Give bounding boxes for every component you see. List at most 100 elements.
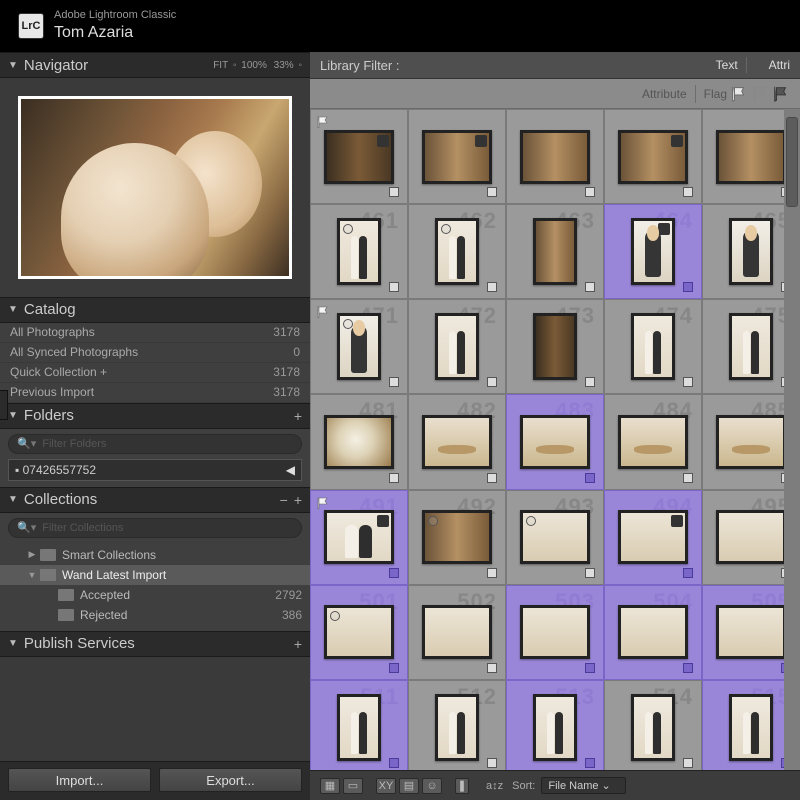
color-label-icon[interactable]: [389, 473, 399, 483]
collections-search[interactable]: 🔍▾ Filter Collections: [8, 518, 302, 538]
thumbnail[interactable]: [520, 130, 589, 184]
thumbnail[interactable]: [422, 605, 491, 659]
color-label-icon[interactable]: [487, 473, 497, 483]
compare-view-icon[interactable]: XY: [376, 778, 396, 794]
grid-cell[interactable]: 472: [408, 299, 506, 394]
thumbnail[interactable]: [520, 510, 589, 564]
grid-cell[interactable]: 471: [310, 299, 408, 394]
flag-unflagged-icon[interactable]: [751, 85, 769, 103]
catalog-row[interactable]: All Synced Photographs0: [0, 343, 310, 363]
color-label-icon[interactable]: [683, 473, 693, 483]
thumbnail[interactable]: [324, 605, 393, 659]
collections-header[interactable]: ▼ Collections − +: [0, 487, 310, 513]
color-label-icon[interactable]: [389, 187, 399, 197]
color-label-icon[interactable]: [389, 377, 399, 387]
thumbnail[interactable]: [533, 694, 577, 761]
thumbnail[interactable]: [631, 218, 675, 285]
color-label-icon[interactable]: [389, 758, 399, 768]
sort-direction-icon[interactable]: a↕z: [486, 778, 503, 794]
thumbnail[interactable]: [337, 694, 381, 761]
navigator-zoom[interactable]: FIT ◦ 100% 33% ◦: [211, 60, 302, 71]
thumbnail[interactable]: [631, 694, 675, 761]
grid-cell[interactable]: [310, 109, 408, 204]
thumbnail[interactable]: [435, 218, 479, 285]
filter-tab-text[interactable]: Text: [716, 58, 738, 72]
flag-rejected-icon[interactable]: [772, 85, 790, 103]
collection-row[interactable]: ▼Wand Latest Import: [0, 565, 310, 585]
grid-cell[interactable]: 482: [408, 394, 506, 489]
thumbnail[interactable]: [533, 218, 577, 285]
thumbnail[interactable]: [422, 510, 491, 564]
thumbnail[interactable]: [324, 510, 393, 564]
navigator-header[interactable]: ▼ Navigator FIT ◦ 100% 33% ◦: [0, 52, 310, 78]
catalog-row[interactable]: Previous Import3178: [0, 383, 310, 403]
add-folder-button[interactable]: +: [294, 408, 302, 424]
grid-cell[interactable]: 484: [604, 394, 702, 489]
thumbnail[interactable]: [324, 130, 393, 184]
grid-cell[interactable]: 511: [310, 680, 408, 770]
catalog-header[interactable]: ▼ Catalog: [0, 297, 310, 323]
grid-cell[interactable]: 493: [506, 490, 604, 585]
sort-field-dropdown[interactable]: File Name ⌄: [541, 777, 625, 794]
remove-collection-button[interactable]: −: [280, 492, 288, 508]
color-label-icon[interactable]: [389, 282, 399, 292]
grid-cell[interactable]: 503: [506, 585, 604, 680]
thumbnail[interactable]: [618, 130, 687, 184]
grid-cell[interactable]: 504: [604, 585, 702, 680]
grid-cell[interactable]: 461: [310, 204, 408, 299]
grid-cell[interactable]: 483: [506, 394, 604, 489]
grid-cell[interactable]: 481: [310, 394, 408, 489]
grid-cell[interactable]: 474: [604, 299, 702, 394]
grid-cell[interactable]: [604, 109, 702, 204]
export-button[interactable]: Export...: [159, 768, 302, 792]
color-label-icon[interactable]: [487, 282, 497, 292]
thumbnail[interactable]: [729, 218, 773, 285]
thumbnail[interactable]: [618, 415, 687, 469]
grid-cell[interactable]: 462: [408, 204, 506, 299]
grid-cell[interactable]: 492: [408, 490, 506, 585]
thumbnail[interactable]: [533, 313, 577, 380]
color-label-icon[interactable]: [487, 568, 497, 578]
collection-row[interactable]: ▶Smart Collections: [0, 545, 310, 565]
add-publish-button[interactable]: +: [294, 636, 302, 652]
collection-row[interactable]: Accepted2792: [0, 585, 310, 605]
scrollbar-thumb[interactable]: [786, 117, 798, 207]
catalog-row[interactable]: Quick Collection +3178: [0, 363, 310, 383]
grid-cell[interactable]: 464: [604, 204, 702, 299]
catalog-row[interactable]: All Photographs3178: [0, 323, 310, 343]
survey-view-icon[interactable]: ▤: [399, 778, 419, 794]
people-view-icon[interactable]: ☺: [422, 778, 442, 794]
vertical-scrollbar[interactable]: [784, 109, 800, 770]
color-label-icon[interactable]: [585, 473, 595, 483]
thumbnail[interactable]: [337, 313, 381, 380]
color-label-icon[interactable]: [487, 377, 497, 387]
thumbnail[interactable]: [716, 605, 785, 659]
painter-tool-icon[interactable]: ❚: [455, 778, 469, 794]
color-label-icon[interactable]: [683, 282, 693, 292]
thumbnail[interactable]: [618, 510, 687, 564]
thumbnail[interactable]: [520, 605, 589, 659]
thumbnail[interactable]: [631, 313, 675, 380]
navigator-preview[interactable]: [18, 96, 292, 279]
color-label-icon[interactable]: [585, 568, 595, 578]
panel-collapse-handle[interactable]: [0, 390, 8, 420]
color-label-icon[interactable]: [585, 758, 595, 768]
loupe-view-icon[interactable]: ▭: [343, 778, 363, 794]
thumbnail[interactable]: [729, 694, 773, 761]
grid-cell[interactable]: 502: [408, 585, 506, 680]
thumbnail[interactable]: [716, 415, 785, 469]
thumbnail[interactable]: [422, 130, 491, 184]
color-label-icon[interactable]: [683, 568, 693, 578]
thumbnail[interactable]: [716, 510, 785, 564]
grid-cell[interactable]: 501: [310, 585, 408, 680]
color-label-icon[interactable]: [487, 758, 497, 768]
color-label-icon[interactable]: [683, 377, 693, 387]
grid-cell[interactable]: 514: [604, 680, 702, 770]
thumbnail[interactable]: [520, 415, 589, 469]
folders-search[interactable]: 🔍▾ Filter Folders: [8, 434, 302, 454]
publish-header[interactable]: ▼ Publish Services +: [0, 631, 310, 657]
import-button[interactable]: Import...: [8, 768, 151, 792]
thumbnail[interactable]: [422, 415, 491, 469]
color-label-icon[interactable]: [585, 663, 595, 673]
grid-cell[interactable]: 473: [506, 299, 604, 394]
